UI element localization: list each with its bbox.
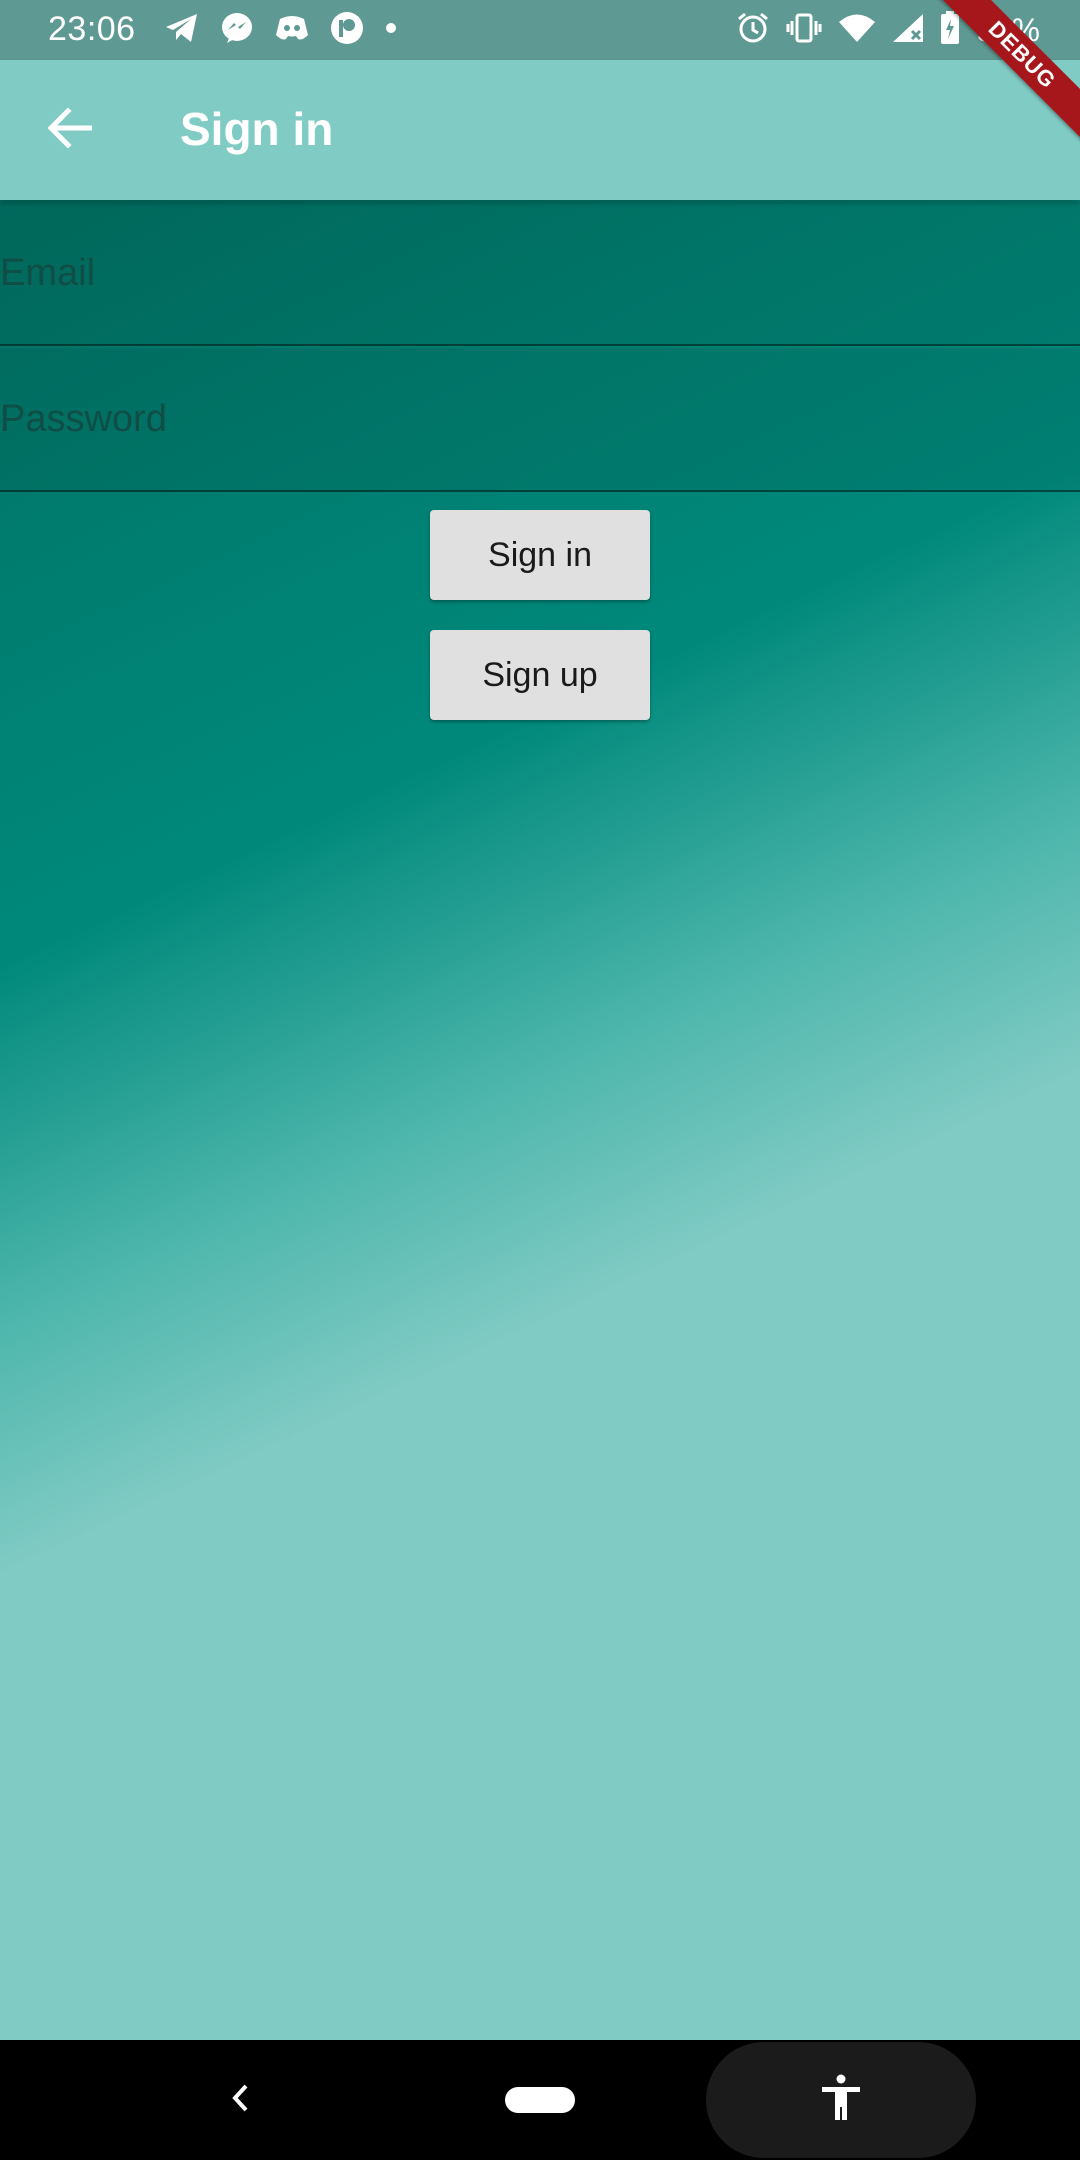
chevron-left-icon [228, 2081, 252, 2120]
password-field[interactable] [0, 348, 1080, 490]
home-pill-icon[interactable] [505, 2087, 575, 2113]
signal-icon [892, 13, 924, 48]
battery-icon [940, 10, 960, 50]
status-time: 23:06 [48, 10, 136, 48]
alarm-icon [736, 11, 770, 50]
email-field[interactable] [0, 202, 1080, 344]
messenger-icon [220, 11, 254, 50]
notification-icons [164, 11, 398, 50]
telegram-icon [164, 12, 200, 49]
page-title: Sign in [180, 103, 334, 155]
sign-up-button[interactable]: Sign up [430, 630, 650, 720]
dot-icon [384, 21, 398, 40]
email-field-container [0, 202, 1080, 346]
discord-icon [274, 13, 310, 48]
vibrate-icon [786, 13, 822, 48]
back-button[interactable] [30, 100, 110, 160]
nav-back-button[interactable] [210, 2070, 270, 2130]
password-field-container [0, 348, 1080, 492]
app-bar: Sign in [0, 60, 1080, 200]
status-bar: 23:06 97% [0, 0, 1080, 60]
navigation-bar [0, 2040, 1080, 2160]
patreon-icon [330, 11, 364, 50]
arrow-back-icon [47, 106, 93, 153]
accessibility-icon [819, 2074, 863, 2127]
accessibility-button[interactable] [706, 2042, 976, 2158]
wifi-icon [838, 13, 876, 48]
sign-in-button[interactable]: Sign in [430, 510, 650, 600]
